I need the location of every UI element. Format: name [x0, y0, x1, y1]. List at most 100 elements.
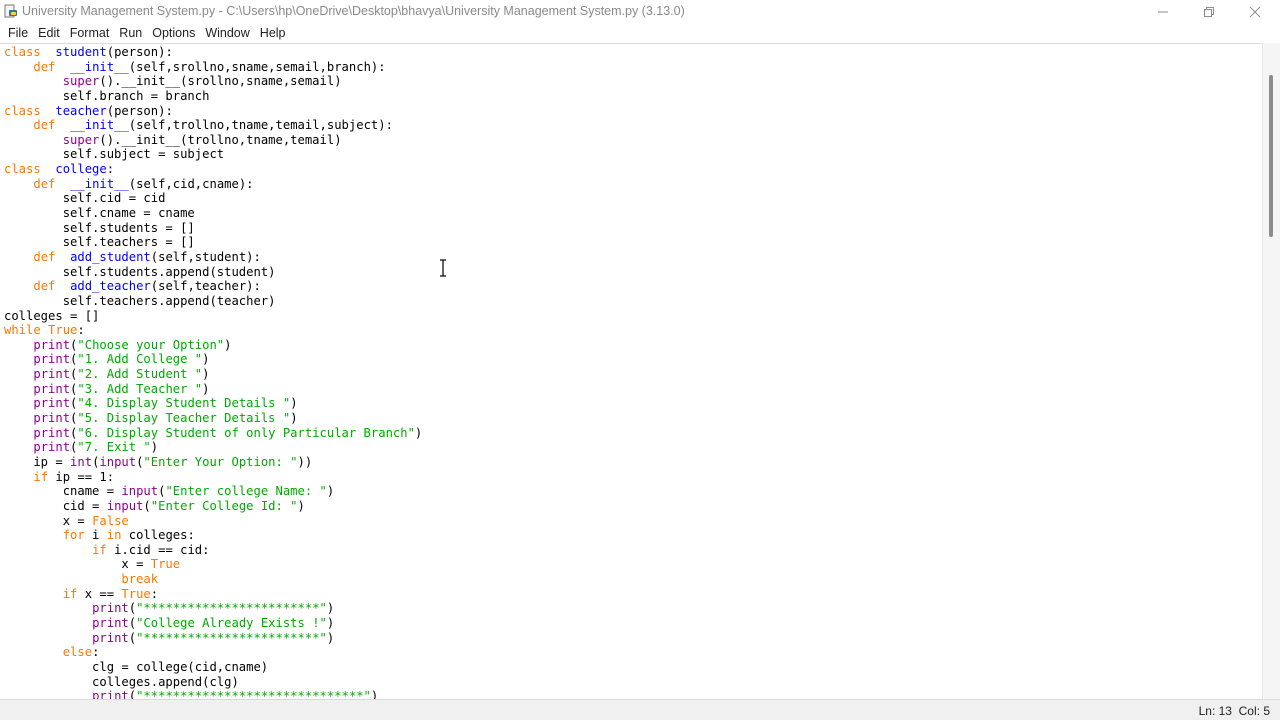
code-text[interactable]: class student(person): def __init__(self… — [4, 45, 422, 699]
code-line[interactable]: super().__init__(trollno,tname,temail) — [4, 133, 422, 148]
status-bar: Ln: 13 Col: 5 — [0, 699, 1280, 720]
code-line[interactable]: def __init__(self,srollno,sname,semail,b… — [4, 60, 422, 75]
code-line[interactable]: while True: — [4, 323, 422, 338]
code-token: print — [33, 396, 71, 411]
code-line[interactable]: cname = input("Enter college Name: ") — [4, 484, 422, 499]
code-line[interactable]: print("************************") — [4, 631, 422, 646]
code-token: ) — [414, 425, 423, 440]
code-token: True — [150, 557, 181, 572]
code-token: in — [106, 528, 122, 543]
code-line[interactable]: self.branch = branch — [4, 89, 422, 104]
menu-file[interactable]: File — [3, 23, 33, 43]
code-line[interactable]: self.students.append(student) — [4, 265, 422, 280]
code-line[interactable]: if ip == 1: — [4, 470, 422, 485]
code-token: def — [33, 59, 56, 74]
code-token: "College Already Exists !" — [136, 615, 327, 630]
code-token: ( — [143, 498, 151, 513]
code-token: False — [92, 513, 129, 528]
code-line[interactable]: if i.cid == cid: — [4, 543, 422, 558]
scrollbar-thumb[interactable] — [1269, 75, 1273, 237]
code-token: ) — [297, 498, 305, 513]
menu-run[interactable]: Run — [114, 23, 147, 43]
window-title: University Management System.py - C:\Use… — [22, 4, 685, 18]
code-line[interactable]: cid = input("Enter College Id: ") — [4, 499, 422, 514]
code-line[interactable]: class teacher(person): — [4, 104, 422, 119]
minimize-button[interactable] — [1140, 0, 1186, 23]
code-line[interactable]: colleges = [] — [4, 309, 422, 324]
code-line[interactable]: self.subject = subject — [4, 147, 422, 162]
code-token: ) — [202, 381, 210, 396]
code-token: (self,cid,cname): — [128, 176, 254, 191]
code-line[interactable]: colleges.append(clg) — [4, 675, 422, 690]
code-token: ) — [202, 367, 210, 382]
code-line[interactable]: print("2. Add Student ") — [4, 367, 422, 382]
code-line[interactable]: self.teachers = [] — [4, 235, 422, 250]
code-token: colleges: — [121, 528, 195, 543]
code-line[interactable]: print("Choose your Option") — [4, 338, 422, 353]
code-token: ) — [326, 615, 335, 630]
vertical-scrollbar[interactable] — [1262, 43, 1280, 699]
code-line[interactable]: class college: — [4, 162, 422, 177]
code-line[interactable]: def __init__(self,trollno,tname,temail,s… — [4, 118, 422, 133]
code-token: super — [62, 132, 100, 147]
code-line[interactable]: self.students = [] — [4, 221, 422, 236]
menu-options[interactable]: Options — [147, 23, 200, 43]
code-line[interactable]: else: — [4, 645, 422, 660]
code-token: def — [33, 249, 56, 264]
code-token: x == — [77, 586, 122, 601]
code-line[interactable]: print("1. Add College ") — [4, 352, 422, 367]
code-token: i — [84, 528, 107, 543]
text-cursor-icon — [440, 259, 446, 277]
code-token: if — [62, 586, 78, 601]
code-line[interactable]: if x == True: — [4, 587, 422, 602]
code-line[interactable]: print("******************************") — [4, 689, 422, 699]
code-line[interactable]: x = True — [4, 557, 422, 572]
code-line[interactable]: super().__init__(srollno,sname,semail) — [4, 74, 422, 89]
menu-format[interactable]: Format — [65, 23, 115, 43]
code-token: self.teachers = [] — [4, 235, 195, 250]
code-line[interactable]: print("4. Display Student Details ") — [4, 396, 422, 411]
code-token: self.cname = cname — [4, 206, 195, 221]
code-line[interactable]: def __init__(self,cid,cname): — [4, 177, 422, 192]
menu-help[interactable]: Help — [255, 23, 291, 43]
code-line[interactable]: break — [4, 572, 422, 587]
code-token: class — [4, 103, 41, 118]
restore-button[interactable] — [1186, 0, 1232, 23]
code-line[interactable]: print("5. Display Teacher Details ") — [4, 411, 422, 426]
column-number: Col: 5 — [1238, 704, 1270, 718]
code-line[interactable]: print("************************") — [4, 601, 422, 616]
code-token: cname = — [4, 484, 122, 499]
code-line[interactable]: ip = int(input("Enter Your Option: ")) — [4, 455, 422, 470]
code-line[interactable]: clg = college(cid,cname) — [4, 660, 422, 675]
code-line[interactable]: class student(person): — [4, 45, 422, 60]
code-token: "1. Add College " — [77, 352, 203, 367]
code-line[interactable]: self.cname = cname — [4, 206, 422, 221]
code-line[interactable]: def add_teacher(self,teacher): — [4, 279, 422, 294]
code-editor[interactable]: class student(person): def __init__(self… — [0, 43, 1262, 699]
close-button[interactable] — [1232, 0, 1278, 23]
code-token: "******************************" — [136, 689, 371, 699]
code-token: "2. Add Student " — [77, 367, 203, 382]
menu-edit[interactable]: Edit — [33, 23, 65, 43]
code-line[interactable]: x = False — [4, 514, 422, 529]
code-line[interactable]: for i in colleges: — [4, 528, 422, 543]
code-line[interactable]: self.teachers.append(teacher) — [4, 294, 422, 309]
code-line[interactable]: def add_student(self,student): — [4, 250, 422, 265]
menu-window[interactable]: Window — [200, 23, 254, 43]
code-token: self.teachers.append(teacher) — [4, 293, 276, 308]
code-line[interactable]: print("College Already Exists !") — [4, 616, 422, 631]
code-token: teacher — [55, 103, 107, 118]
code-line[interactable]: print("6. Display Student of only Partic… — [4, 426, 422, 441]
code-line[interactable]: print("7. Exit ") — [4, 440, 422, 455]
code-line[interactable]: print("3. Add Teacher ") — [4, 382, 422, 397]
code-token: "Enter College Id: " — [150, 498, 298, 513]
code-line[interactable]: self.cid = cid — [4, 191, 422, 206]
